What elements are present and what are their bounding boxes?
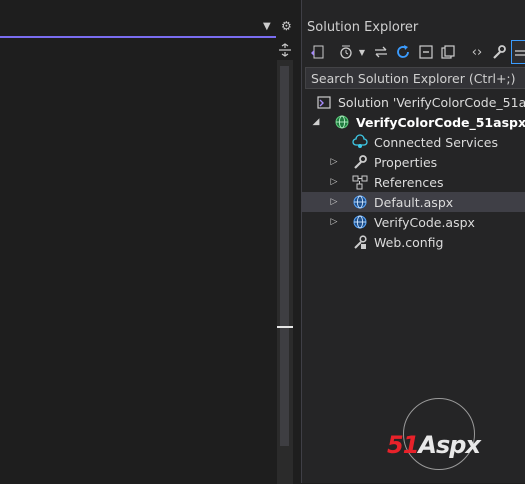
- collapsed-arrow-icon[interactable]: ▷: [329, 217, 339, 227]
- watermark-brand-text: 51Aspx: [387, 431, 481, 459]
- collapsed-arrow-icon[interactable]: ▷: [329, 177, 339, 187]
- scrollbar-caret-marker: [277, 326, 293, 328]
- tree-node-label: Solution 'VerifyColorCode_51aspx' (1 of …: [338, 94, 525, 110]
- dropdown-arrow-icon[interactable]: ▼: [357, 40, 367, 64]
- tree-node-label: Properties: [374, 154, 438, 170]
- refresh-icon[interactable]: [394, 40, 412, 64]
- tree-node-verifycode-aspx[interactable]: ▷ VerifyCode.aspx: [302, 212, 525, 232]
- editor-area: ▼ ⚙: [0, 0, 298, 484]
- search-box[interactable]: [305, 67, 525, 89]
- tree-node-label: VerifyCode.aspx: [374, 214, 475, 230]
- show-all-files-icon[interactable]: [439, 40, 457, 64]
- properties-wrench-icon[interactable]: [490, 40, 508, 64]
- tree-node-connected-services[interactable]: Connected Services: [302, 132, 525, 152]
- pending-changes-filter-icon[interactable]: [337, 40, 355, 64]
- gear-icon[interactable]: ⚙: [281, 19, 292, 33]
- tree-node-solution[interactable]: Solution 'VerifyColorCode_51aspx' (1 of …: [302, 92, 525, 112]
- vertical-scrollbar[interactable]: [277, 60, 293, 484]
- preview-selected-items-icon[interactable]: [511, 40, 525, 64]
- tree-node-default-aspx[interactable]: ▷ Default.aspx: [302, 192, 525, 212]
- tree-node-label: Connected Services: [374, 134, 498, 150]
- solution-explorer-toolbar: ▼ ‹›: [302, 40, 525, 66]
- collapsed-arrow-icon[interactable]: ▷: [329, 157, 339, 167]
- config-file-icon: [352, 234, 368, 250]
- tree-node-label: VerifyColorCode_51aspx: [356, 114, 525, 130]
- aspx-page-icon: [352, 214, 368, 230]
- switch-views-icon[interactable]: [307, 40, 327, 64]
- wrench-icon: [352, 154, 368, 170]
- connected-services-icon: [352, 134, 368, 150]
- editor-active-accent-line: [0, 36, 276, 38]
- tree-node-web-config[interactable]: Web.config: [302, 232, 525, 252]
- collapsed-arrow-icon[interactable]: ▷: [329, 197, 339, 207]
- tree-node-references[interactable]: ▷ References: [302, 172, 525, 192]
- tree-node-properties[interactable]: ▷ Properties: [302, 152, 525, 172]
- view-code-icon[interactable]: ‹›: [468, 40, 486, 64]
- references-icon: [352, 174, 368, 190]
- aspx-page-icon: [352, 194, 368, 210]
- expanded-arrow-icon[interactable]: ◢: [311, 117, 321, 127]
- chevron-down-icon[interactable]: ▼: [263, 21, 271, 32]
- collapse-all-icon[interactable]: [417, 40, 435, 64]
- sync-with-active-document-icon[interactable]: [372, 40, 390, 64]
- scrollbar-thumb[interactable]: [280, 66, 289, 446]
- tree-node-label: References: [374, 174, 444, 190]
- web-project-icon: [334, 114, 350, 130]
- search-input[interactable]: [306, 68, 525, 89]
- solution-icon: [316, 94, 332, 110]
- tree-node-label: Web.config: [374, 234, 444, 250]
- brand-watermark-logo: 51Aspx: [385, 398, 517, 476]
- split-editor-icon[interactable]: [278, 42, 292, 57]
- panel-title: Solution Explorer: [307, 20, 419, 35]
- tree-node-project[interactable]: ◢ VerifyColorCode_51aspx: [302, 112, 525, 132]
- editor-tab-strip: [0, 0, 298, 36]
- tree-node-label: Default.aspx: [374, 194, 454, 210]
